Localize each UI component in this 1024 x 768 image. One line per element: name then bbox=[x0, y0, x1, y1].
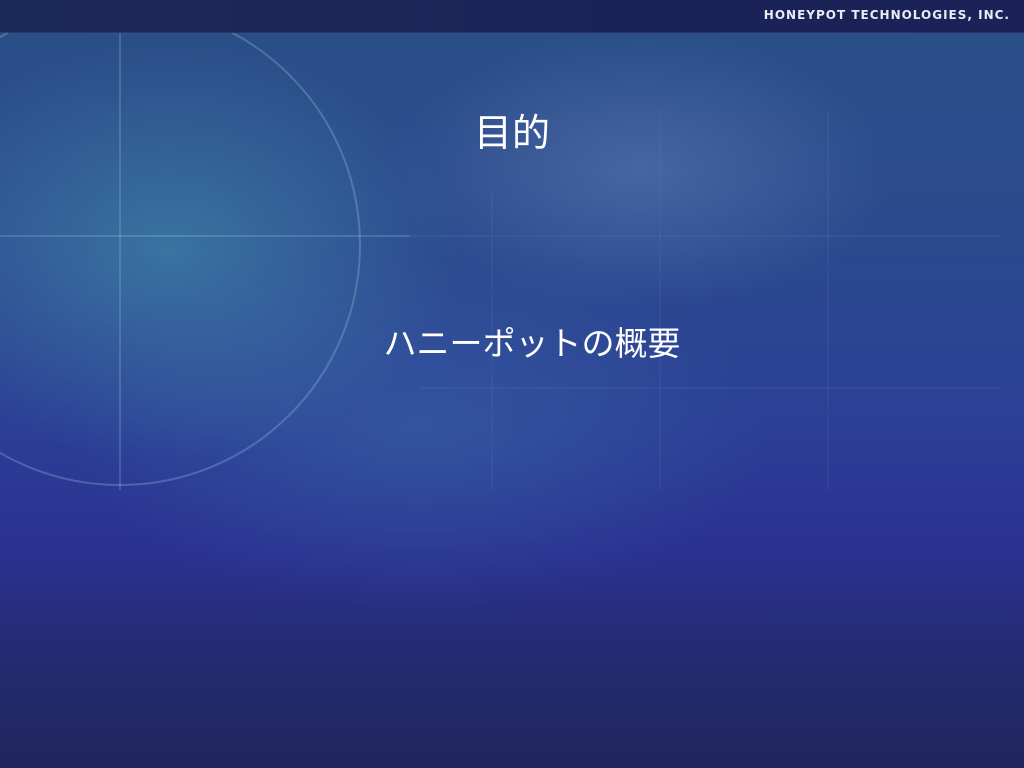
header-bar: HONEYPOT TECHNOLOGIES, INC. bbox=[0, 0, 1024, 33]
company-logo-text: HONEYPOT TECHNOLOGIES, INC. bbox=[763, 8, 1010, 22]
presentation-slide: HONEYPOT TECHNOLOGIES, INC. 目的 ハニーポットの概要 bbox=[0, 0, 1024, 768]
slide-title: 目的 bbox=[473, 111, 550, 155]
slide-body-text: ハニーポットの概要 bbox=[383, 324, 681, 363]
decor-circle bbox=[0, 4, 361, 486]
